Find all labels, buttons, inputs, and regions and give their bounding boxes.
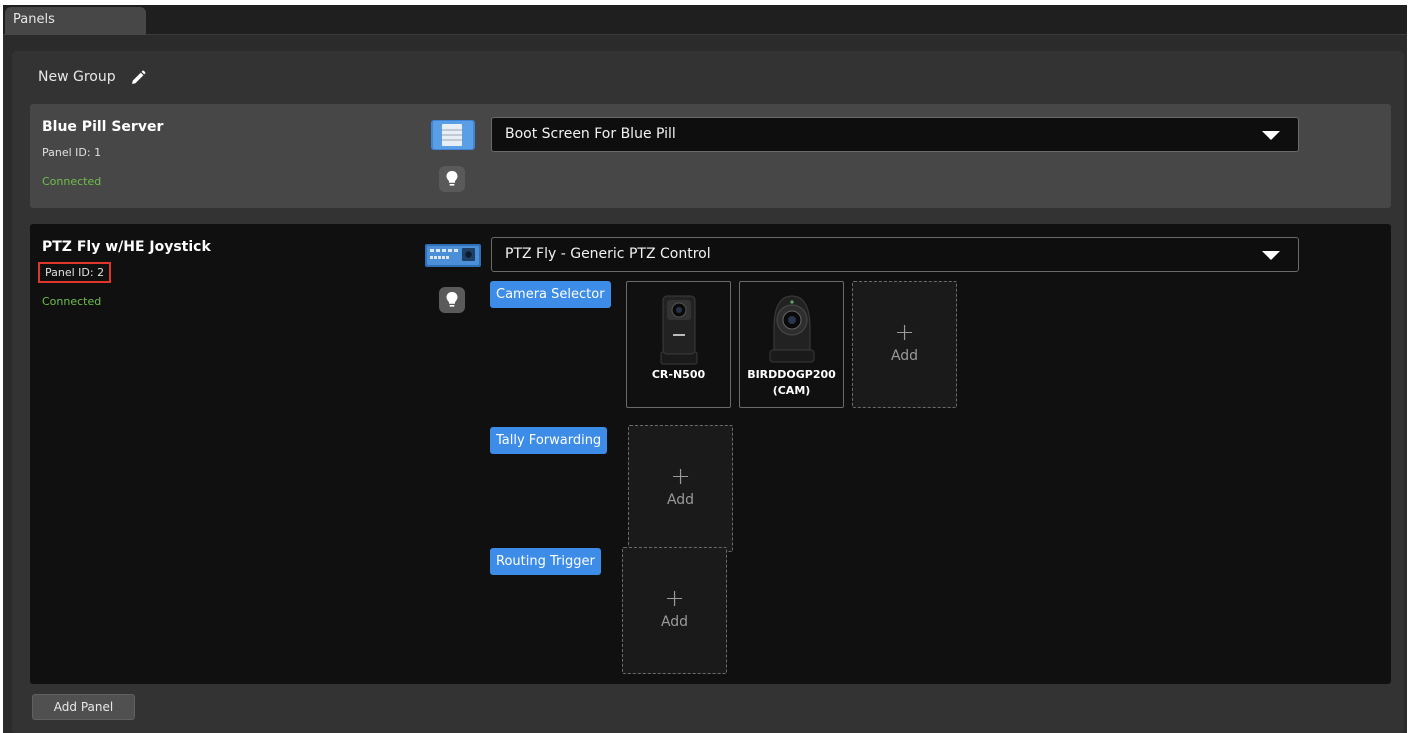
panel-name: Blue Pill Server [42,119,164,135]
panel-config-select[interactable]: Boot Screen For Blue Pill [491,117,1299,152]
add-routing-trigger-button[interactable]: + Add [622,547,727,674]
add-tally-button[interactable]: + Add [628,425,733,552]
lightbulb-icon[interactable] [439,287,465,313]
chevron-down-icon [1262,131,1280,140]
tab-bar: Panels [3,5,1407,35]
ptz-camera-icon [769,295,815,363]
connection-status: Connected [42,175,102,188]
pencil-icon[interactable] [129,69,147,87]
add-label: Add [890,348,919,364]
panel-card: PTZ Fly w/HE Joystick Panel ID: 2 Connec… [30,224,1391,684]
panel-id: Panel ID: 1 [42,146,102,159]
control-panel-icon [423,241,483,271]
ptz-camera-icon [660,295,698,365]
add-label: Add [666,492,695,508]
server-icon [423,120,483,150]
selected-config: Boot Screen For Blue Pill [505,126,676,142]
panel-config-select[interactable]: PTZ Fly - Generic PTZ Control [491,237,1299,272]
camera-tile-cr-n500[interactable]: CR-N500 [626,281,731,408]
panel-card: Blue Pill Server Panel ID: 1 Connected B… [30,104,1391,208]
add-camera-button[interactable]: + Add [852,281,957,408]
lightbulb-icon[interactable] [439,166,465,192]
panel-id: Panel ID: 2 [38,262,112,283]
group-title: New Group [38,69,116,85]
add-label: Add [660,614,689,630]
camera-tile-birddogp200[interactable]: BIRDDOGP200 (CAM) [739,281,844,408]
add-panel-button[interactable]: Add Panel [32,694,135,720]
app-window: Panels New Group Blue Pill Server Panel … [3,5,1407,733]
tab-panels[interactable]: Panels [5,7,146,35]
panel-group: New Group Blue Pill Server Panel ID: 1 C… [12,51,1404,733]
panel-name: PTZ Fly w/HE Joystick [42,239,211,255]
camera-name: BIRDDOGP200 (CAM) [747,368,836,397]
chevron-down-icon [1262,251,1280,260]
plus-icon: + [664,584,685,612]
tally-forwarding-label[interactable]: Tally Forwarding [490,427,608,454]
plus-icon: + [894,318,915,346]
camera-name: CR-N500 [651,368,706,381]
routing-trigger-label[interactable]: Routing Trigger [490,548,601,575]
camera-selector-label[interactable]: Camera Selector [490,281,611,308]
connection-status: Connected [42,295,102,308]
plus-icon: + [670,462,691,490]
selected-config: PTZ Fly - Generic PTZ Control [505,246,711,262]
